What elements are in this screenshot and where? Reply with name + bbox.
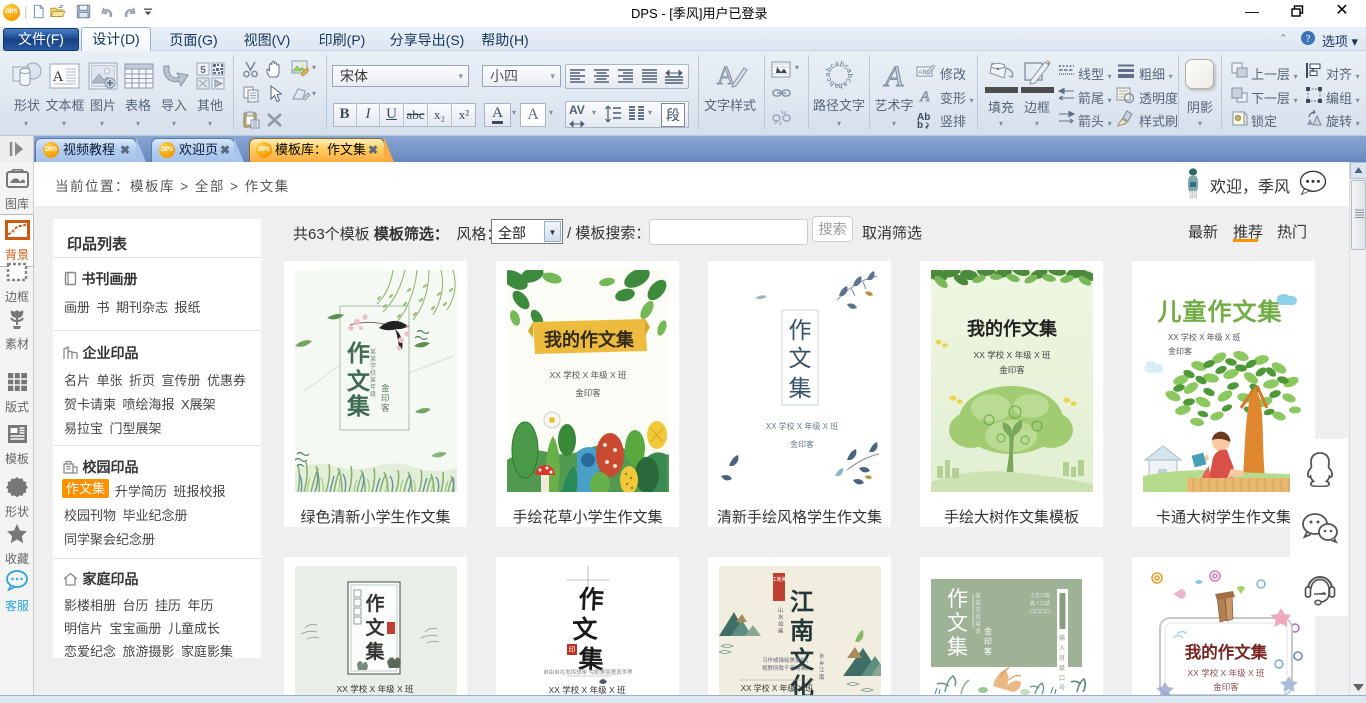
svg-text:A: A [53, 69, 64, 85]
svg-text:作: 作 [947, 588, 968, 611]
svg-text:山: 山 [778, 606, 784, 614]
svg-text:金印客: 金印客 [790, 439, 814, 449]
svg-text:习作或描绘美景时，: 习作或描绘美景时， [762, 656, 812, 664]
svg-text:XX 学校 X 年级 X 班: XX 学校 X 年级 X 班 [974, 350, 1051, 360]
svg-text:金印客: 金印客 [1213, 682, 1239, 692]
svg-text:某: 某 [370, 356, 376, 363]
svg-text:文: 文 [365, 616, 385, 639]
svg-text:金印客: 金印客 [1168, 346, 1192, 356]
svg-text:b: b [917, 120, 923, 129]
svg-text:视野所致千年习画。: 视野所致千年习画。 [762, 664, 812, 672]
svg-text:水: 水 [819, 652, 825, 660]
svg-text:学: 学 [975, 606, 981, 614]
svg-text:XX 学校 X 年级 X 班: XX 学校 X 年级 X 班 [550, 370, 627, 380]
svg-text:XX 学校 X 年级 X 班: XX 学校 X 年级 X 班 [1188, 668, 1265, 678]
svg-text:客: 客 [381, 403, 390, 413]
svg-text:校: 校 [370, 369, 376, 377]
svg-text:集: 集 [947, 636, 968, 659]
svg-text:画: 画 [778, 628, 784, 635]
svg-text:文: 文 [572, 615, 599, 645]
svg-text:客: 客 [984, 646, 992, 656]
svg-text:江: 江 [790, 589, 814, 616]
svg-text:水: 水 [778, 613, 784, 621]
svg-text:级: 级 [370, 390, 376, 398]
svg-text:作: 作 [578, 585, 604, 614]
svg-text:金印客: 金印客 [999, 365, 1025, 375]
svg-text:XX 学校 X 年级 X 班: XX 学校 X 年级 X 班 [337, 684, 414, 694]
svg-text:A: A [883, 60, 904, 91]
svg-text:级: 级 [1059, 664, 1065, 672]
svg-text:校: 校 [975, 613, 981, 621]
svg-text:印: 印 [569, 646, 576, 654]
svg-text:作: 作 [365, 592, 384, 615]
svg-text:我的作文集: 我的作文集 [1185, 642, 1268, 662]
svg-text:XX 学校 X 年级 X 班: XX 学校 X 年级 X 班 [549, 685, 626, 695]
svg-text:我的作文集: 我的作文集 [544, 329, 635, 350]
svg-text:江南美: 江南美 [771, 576, 786, 583]
svg-text:金: 金 [984, 626, 992, 636]
svg-text:5: 5 [200, 65, 206, 76]
svg-text:印: 印 [381, 393, 390, 403]
svg-text:作: 作 [347, 341, 370, 366]
svg-text:金: 金 [381, 383, 390, 393]
svg-text:文: 文 [347, 368, 371, 394]
svg-text:金印客: 金印客 [575, 388, 601, 398]
svg-text:南: 南 [819, 673, 825, 681]
svg-text:自由自在发挥想象 勾勒美丽童真世界: 自由自在发挥想象 勾勒美丽童真世界 [543, 668, 633, 676]
svg-text:XX 学校 X 年级 X 班: XX 学校 X 年级 X 班 [1168, 332, 1240, 342]
svg-text:小五口班: 小五口班 [1030, 592, 1050, 599]
svg-text:口: 口 [1059, 675, 1065, 682]
svg-text:我的作文集: 我的作文集 [967, 318, 1058, 339]
svg-text:口口口口: 口口口口 [1030, 609, 1050, 615]
svg-text:集: 集 [346, 393, 371, 419]
svg-text:某: 某 [975, 600, 981, 607]
svg-text:班: 班 [1059, 654, 1065, 662]
svg-text:江: 江 [819, 667, 825, 674]
svg-text:文: 文 [789, 346, 812, 371]
svg-text:集: 集 [364, 640, 385, 663]
svg-text:输: 输 [1059, 634, 1065, 642]
svg-text:儿童作文集: 儿童作文集 [1158, 298, 1283, 326]
svg-text:学: 学 [370, 362, 376, 370]
svg-text:印: 印 [984, 637, 992, 646]
svg-text:班: 班 [975, 627, 981, 635]
svg-text:文: 文 [947, 612, 968, 635]
svg-text:号: 号 [1059, 685, 1065, 692]
svg-text:入: 入 [1059, 645, 1065, 652]
svg-text:abcabcabcabcabc: abcabcabcabcabc [824, 60, 854, 90]
svg-text:真人口述: 真人口述 [1030, 600, 1050, 607]
svg-text:乡: 乡 [819, 660, 825, 667]
svg-text:如: 如 [778, 620, 784, 628]
svg-text:A: A [919, 89, 930, 103]
svg-text:XX 学校 X 年级 X 班: XX 学校 X 年级 X 班 [766, 421, 838, 431]
svg-text:年: 年 [370, 383, 376, 391]
svg-text:某: 某 [975, 621, 981, 628]
svg-text:某: 某 [370, 377, 376, 384]
svg-text:XX 学校 X 年级 X 班: XX 学校 X 年级 X 班 [741, 683, 813, 693]
svg-text:?: ? [1306, 33, 1311, 45]
svg-text:作: 作 [789, 318, 812, 343]
svg-text:某: 某 [370, 349, 376, 356]
svg-text:集: 集 [789, 376, 812, 401]
svg-text:某: 某 [975, 593, 981, 600]
svg-text:南: 南 [790, 618, 814, 645]
